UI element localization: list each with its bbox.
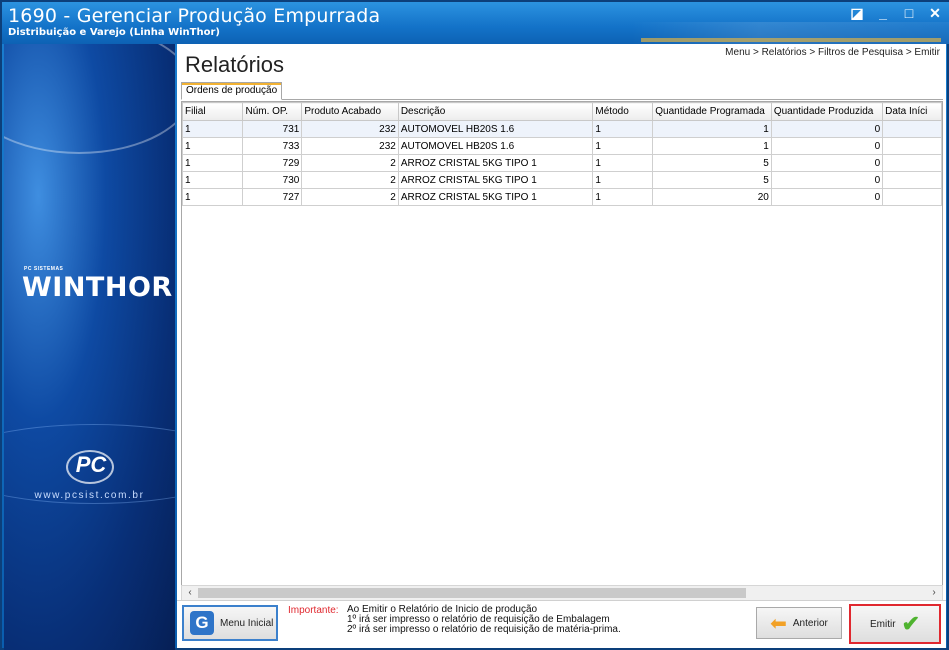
cell-produto: 2 <box>301 154 399 172</box>
cell-descricao: ARROZ CRISTAL 5KG TIPO 1 <box>397 154 594 172</box>
cell-produto: 232 <box>301 137 399 155</box>
cell-num-op: 727 <box>242 188 303 206</box>
footer-bar: G Menu Inicial Importante: Ao Emitir o R… <box>177 600 946 648</box>
cell-num-op: 730 <box>242 171 303 189</box>
column-header-qtd-produzida[interactable]: Quantidade Produzida <box>770 102 884 121</box>
anterior-button[interactable]: ⬅ Anterior <box>756 607 842 639</box>
table-row[interactable]: 1 730 2 ARROZ CRISTAL 5KG TIPO 1 1 5 0 <box>182 171 942 189</box>
emitir-label: Emitir <box>870 618 896 630</box>
column-header-filial[interactable]: Filial <box>182 102 244 121</box>
minimize-icon[interactable]: _ <box>875 5 891 22</box>
cell-filial: 1 <box>182 137 244 155</box>
scrollbar-thumb[interactable] <box>198 588 746 598</box>
column-header-data-inicio[interactable]: Data Iníci <box>882 102 942 121</box>
tab-active-indicator <box>182 83 282 85</box>
cell-metodo: 1 <box>592 171 654 189</box>
cell-num-op: 731 <box>242 120 303 138</box>
scroll-left-icon[interactable]: ‹ <box>183 586 197 600</box>
pc-logo: PC <box>75 452 107 477</box>
anterior-label: Anterior <box>792 617 828 629</box>
emitir-button[interactable]: Emitir ✔ <box>849 604 941 644</box>
notice-text: Ao Emitir o Relatório de Inicio de produ… <box>347 605 621 635</box>
scroll-right-icon[interactable]: › <box>927 586 941 600</box>
cell-data-inicio <box>882 188 942 206</box>
table-row[interactable]: 1 731 232 AUTOMOVEL HB20S 1.6 1 1 0 <box>182 120 942 138</box>
cell-qtd-programada: 1 <box>652 120 772 138</box>
cell-num-op: 729 <box>242 154 303 172</box>
horizontal-scrollbar[interactable]: ‹ › <box>181 585 943 601</box>
cell-qtd-programada: 20 <box>652 188 772 206</box>
brand-website: www.pcsist.com.br <box>34 490 145 501</box>
cell-data-inicio <box>882 137 942 155</box>
column-header-produto-acabado[interactable]: Produto Acabado <box>301 102 399 121</box>
cell-qtd-produzida: 0 <box>770 154 884 172</box>
cell-produto: 2 <box>301 188 399 206</box>
cell-metodo: 1 <box>592 137 654 155</box>
window-subtitle: Distribuição e Varejo (Linha WinThor) <box>8 27 220 38</box>
column-header-num-op[interactable]: Núm. OP. <box>242 102 303 121</box>
title-bar: 1690 - Gerenciar Produção Empurrada Dist… <box>2 2 949 44</box>
cell-filial: 1 <box>182 120 244 138</box>
cell-produto: 2 <box>301 171 399 189</box>
column-header-qtd-programada[interactable]: Quantidade Programada <box>652 102 772 121</box>
cell-filial: 1 <box>182 154 244 172</box>
cell-qtd-produzida: 0 <box>770 171 884 189</box>
column-header-descricao[interactable]: Descrição <box>397 102 594 121</box>
cell-descricao: AUTOMOVEL HB20S 1.6 <box>397 137 594 155</box>
table-row[interactable]: 1 733 232 AUTOMOVEL HB20S 1.6 1 1 0 <box>182 137 942 155</box>
arrow-left-icon: ⬅ <box>770 612 787 635</box>
cell-descricao: AUTOMOVEL HB20S 1.6 <box>397 120 594 138</box>
cell-filial: 1 <box>182 188 244 206</box>
restore-icon[interactable]: ◪ <box>849 5 865 22</box>
window-controls: ◪ _ □ ✕ <box>849 5 943 22</box>
close-icon[interactable]: ✕ <box>927 5 943 22</box>
cell-num-op: 733 <box>242 137 303 155</box>
tab-label: Ordens de produção <box>186 85 278 96</box>
cell-descricao: ARROZ CRISTAL 5KG TIPO 1 <box>397 188 594 206</box>
cell-filial: 1 <box>182 171 244 189</box>
cell-produto: 232 <box>301 120 399 138</box>
table-row[interactable]: 1 729 2 ARROZ CRISTAL 5KG TIPO 1 1 5 0 <box>182 154 942 172</box>
orders-table: Filial Núm. OP. Produto Acabado Descriçã… <box>182 102 942 206</box>
cell-qtd-programada: 1 <box>652 137 772 155</box>
cell-qtd-programada: 5 <box>652 171 772 189</box>
app-window: 1690 - Gerenciar Produção Empurrada Dist… <box>0 0 949 650</box>
table-row[interactable]: 1 727 2 ARROZ CRISTAL 5KG TIPO 1 1 20 0 <box>182 188 942 206</box>
cell-data-inicio <box>882 120 942 138</box>
column-header-metodo[interactable]: Método <box>592 102 654 121</box>
tab-ordens-de-producao[interactable]: Ordens de produção <box>181 82 283 100</box>
cell-qtd-produzida: 0 <box>770 120 884 138</box>
orders-grid[interactable]: Filial Núm. OP. Produto Acabado Descriçã… <box>181 101 943 598</box>
main-panel: Relatórios Menu > Relatórios > Filtros d… <box>177 44 946 648</box>
checkmark-icon: ✔ <box>901 611 920 636</box>
cell-metodo: 1 <box>592 120 654 138</box>
cell-metodo: 1 <box>592 188 654 206</box>
title-bar-accent <box>641 38 941 42</box>
maximize-icon[interactable]: □ <box>901 5 917 22</box>
decorative-swirl <box>4 44 175 154</box>
cell-metodo: 1 <box>592 154 654 172</box>
cell-qtd-produzida: 0 <box>770 137 884 155</box>
tab-strip: Ordens de produção <box>181 82 943 100</box>
page-title: Relatórios <box>185 52 285 77</box>
cell-qtd-programada: 5 <box>652 154 772 172</box>
breadcrumb: Menu > Relatórios > Filtros de Pesquisa … <box>725 47 940 58</box>
cell-qtd-produzida: 0 <box>770 188 884 206</box>
notice-line: 2º irá ser impresso o relatório de requi… <box>347 624 621 635</box>
table-header: Filial Núm. OP. Produto Acabado Descriçã… <box>182 102 942 121</box>
menu-inicial-label: Menu Inicial <box>220 617 274 629</box>
notice-label: Importante: <box>288 605 339 616</box>
menu-inicial-button[interactable]: G Menu Inicial <box>182 605 278 641</box>
cell-data-inicio <box>882 171 942 189</box>
cell-data-inicio <box>882 154 942 172</box>
cell-descricao: ARROZ CRISTAL 5KG TIPO 1 <box>397 171 594 189</box>
brand-panel: PC SISTEMAS WINTHOR PC www.pcsist.com.br <box>4 44 175 650</box>
window-title: 1690 - Gerenciar Produção Empurrada <box>8 5 381 27</box>
winthor-logo: WINTHOR <box>22 272 173 303</box>
g-logo-icon: G <box>190 611 214 635</box>
